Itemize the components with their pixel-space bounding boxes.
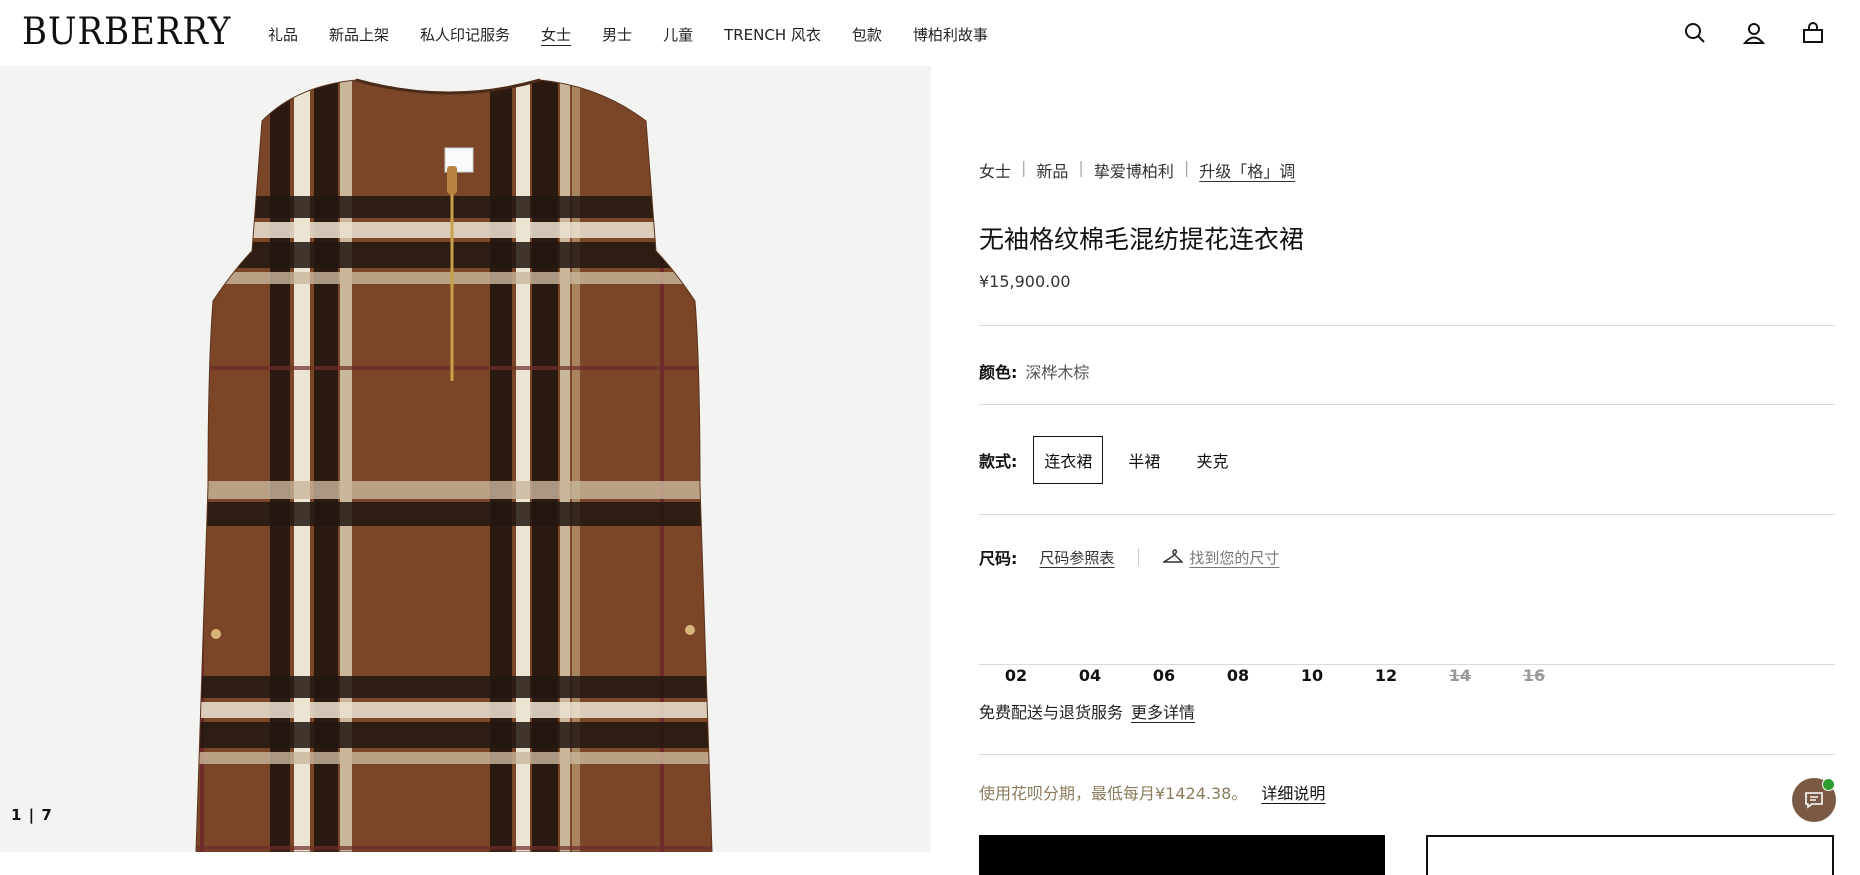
breadcrumb: 女士 | 新品 | 挚爱博柏利 | 升级「格」调 [979, 158, 1295, 182]
size-option[interactable]: 12 [1366, 666, 1406, 685]
color-value: 深桦木棕 [1025, 363, 1090, 382]
nav-item-gifts[interactable]: 礼品 [268, 24, 298, 45]
color-row: 颜色: 深桦木棕 [979, 359, 1089, 383]
divider [979, 404, 1835, 405]
product-image-panel[interactable]: 1 | 7 [0, 66, 931, 852]
breadcrumb-separator: | [1078, 158, 1084, 177]
search-icon[interactable] [1682, 20, 1708, 46]
main-nav: 礼品 新品上架 私人印记服务 女士 男士 儿童 TRENCH 风衣 包款 博柏利… [268, 24, 1019, 45]
installment-text: 使用花呗分期，最低每月¥1424.38。 [979, 784, 1248, 803]
image-counter: 1 | 7 [11, 806, 53, 824]
product-image [195, 78, 713, 852]
size-header: 尺码: 尺码参照表 找到您的尺寸 [979, 545, 1279, 569]
hanger-icon [1163, 549, 1184, 563]
breadcrumb-separator: | [1183, 158, 1190, 177]
nav-item-bags[interactable]: 包款 [852, 24, 882, 45]
product-title: 无袖格纹棉毛混纺提花连衣裙 [979, 225, 1305, 254]
style-label: 款式: [979, 452, 1018, 471]
breadcrumb-item[interactable]: 升级「格」调 [1199, 158, 1295, 182]
size-chart-link[interactable]: 尺码参照表 [1039, 547, 1114, 568]
bag-icon[interactable] [1800, 20, 1826, 46]
divider [979, 514, 1835, 515]
divider [979, 664, 1835, 665]
size-label: 尺码: [979, 549, 1018, 568]
nav-item-monogram[interactable]: 私人印记服务 [420, 24, 510, 45]
size-option[interactable]: 06 [1144, 666, 1184, 685]
style-option-dress[interactable]: 连衣裙 [1033, 436, 1104, 484]
find-size-link[interactable]: 找到您的尺寸 [1163, 547, 1279, 568]
nav-item-men[interactable]: 男士 [602, 24, 632, 45]
delivery-info: 免费配送与退货服务 更多详情 [979, 699, 1195, 723]
nav-item-stories[interactable]: 博柏利故事 [913, 24, 988, 45]
size-options: 02 04 06 08 10 12 14 16 [996, 666, 1588, 685]
divider [979, 754, 1835, 755]
chat-button[interactable] [1792, 778, 1836, 822]
site-header: BURBERRY 礼品 新品上架 私人印记服务 女士 男士 儿童 TRENCH … [0, 0, 1860, 66]
chat-icon [1805, 792, 1823, 809]
nav-item-women[interactable]: 女士 [541, 24, 571, 45]
online-indicator [1822, 778, 1835, 791]
brand-logo[interactable]: BURBERRY [22, 10, 231, 53]
nav-item-children[interactable]: 儿童 [663, 24, 693, 45]
style-selector: 款式: 连衣裙 半裙 夹克 [979, 436, 1253, 484]
size-option[interactable]: 04 [1070, 666, 1110, 685]
breadcrumb-item[interactable]: 新品 [1036, 158, 1068, 182]
breadcrumb-item[interactable]: 挚爱博柏利 [1094, 158, 1174, 182]
breadcrumb-separator: | [1021, 158, 1027, 177]
breadcrumb-item[interactable]: 女士 [979, 158, 1011, 182]
size-option-unavailable[interactable]: 14 [1440, 666, 1480, 685]
style-option-jacket[interactable]: 夹克 [1185, 436, 1239, 484]
style-option-skirt[interactable]: 半裙 [1117, 436, 1171, 484]
add-to-bag-button[interactable] [979, 835, 1385, 875]
nav-item-new-arrivals[interactable]: 新品上架 [329, 24, 389, 45]
delivery-details-link[interactable]: 更多详情 [1131, 703, 1195, 722]
header-icons [1649, 20, 1860, 46]
find-size-label: 找到您的尺寸 [1189, 548, 1280, 567]
account-icon[interactable] [1741, 20, 1767, 46]
size-option[interactable]: 10 [1292, 666, 1332, 685]
color-label: 颜色: [979, 363, 1018, 382]
nav-item-trench[interactable]: TRENCH 风衣 [724, 24, 821, 45]
size-option-unavailable[interactable]: 16 [1514, 666, 1554, 685]
installment-info: 使用花呗分期，最低每月¥1424.38。 详细说明 [979, 780, 1325, 804]
installment-details-link[interactable]: 详细说明 [1261, 784, 1325, 803]
size-option[interactable]: 02 [996, 666, 1036, 685]
delivery-text: 免费配送与退货服务 [979, 703, 1124, 722]
secondary-action-button[interactable] [1426, 835, 1834, 875]
divider [979, 325, 1835, 326]
divider [1138, 548, 1140, 566]
size-option[interactable]: 08 [1218, 666, 1258, 685]
product-price: ¥15,900.00 [979, 272, 1071, 291]
